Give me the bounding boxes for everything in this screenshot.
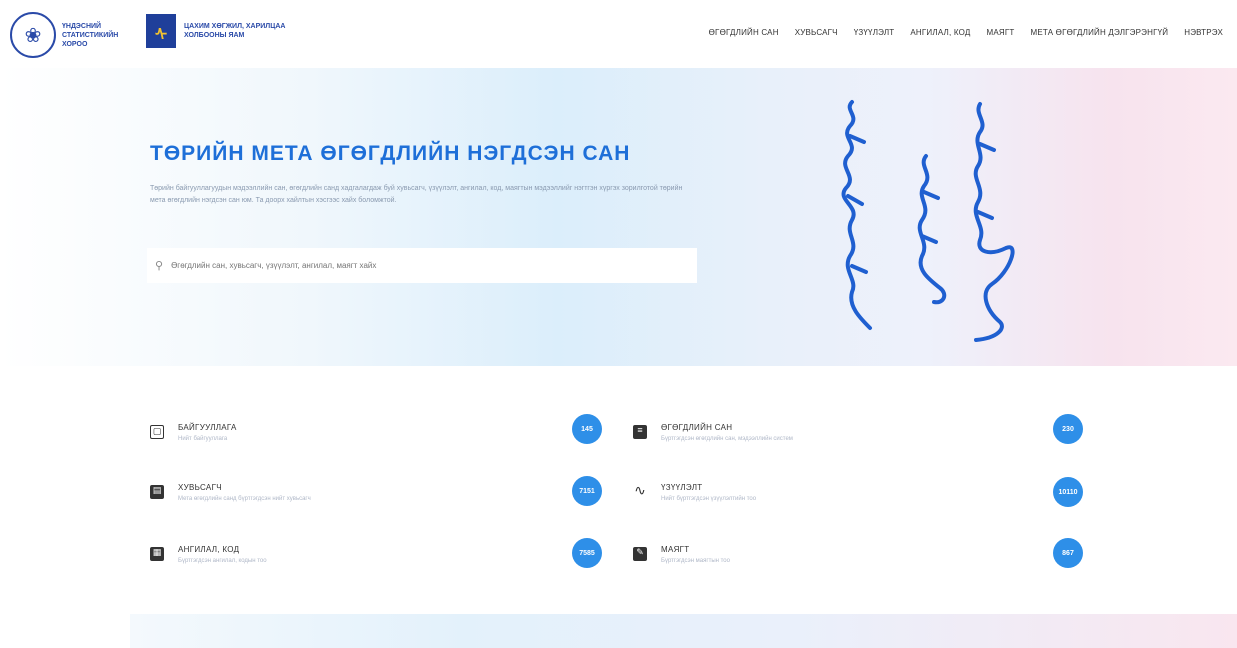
indicator-icon: ∿ <box>634 482 646 498</box>
card-subtitle: Нийт байгууллага <box>178 435 228 442</box>
search-input[interactable] <box>171 261 672 270</box>
stat-card-indicator[interactable]: ∿ ҮЗҮҮЛЭЛТ Нийт бүртгэгдсэн үзүүлэлтийн … <box>633 472 756 512</box>
form-icon: ✎ <box>633 547 647 561</box>
footer-banner <box>130 614 1237 648</box>
card-title: ҮЗҮҮЛЭЛТ <box>661 482 703 492</box>
count-badge: 7585 <box>572 538 602 568</box>
nav-database[interactable]: ӨГӨГДЛИЙН САН <box>709 28 779 37</box>
count-badge: 10110 <box>1053 477 1083 507</box>
emblem-icon: ❀ <box>10 12 56 58</box>
card-title: АНГИЛАЛ, КОД <box>178 544 240 554</box>
stat-card-organization[interactable]: ▢ БАЙГУУЛЛАГА Нийт байгууллага <box>150 412 237 452</box>
count-badge: 867 <box>1053 538 1083 568</box>
count-badge: 145 <box>572 414 602 444</box>
card-title: ХУВЬСАГЧ <box>178 482 222 492</box>
calligraphy-graphic <box>841 100 1015 342</box>
stat-card-form[interactable]: ✎ МАЯГТ Бүртгэгдсэн маягтын тоо <box>633 534 730 574</box>
nav-login[interactable]: НЭВТРЭХ <box>1184 28 1223 37</box>
database-icon: ≡ <box>633 425 647 439</box>
nav-form[interactable]: МАЯГТ <box>986 28 1014 37</box>
ministry-logo[interactable]: ᠰ ЦАХИМ ХӨГЖИЛ, ХАРИЛЦАА ХОЛБООНЫ ЯАМ <box>146 14 319 48</box>
nso-logo[interactable]: ❀ ҮНДЭСНИЙ СТАТИСТИКИЙН ХОРОО <box>10 12 142 58</box>
nso-logo-text: ҮНДЭСНИЙ СТАТИСТИКИЙН ХОРОО <box>62 22 119 48</box>
mongolian-script-art <box>830 96 1030 351</box>
hero-description: Төрийн байгууллагуудын мэдээллийн сан, ө… <box>150 185 683 204</box>
building-icon: ▢ <box>150 425 164 439</box>
card-subtitle: Мета өгөгдлийн санд бүртгэгдсэн нийт хув… <box>178 495 311 502</box>
hero-banner <box>0 68 1237 366</box>
card-title: БАЙГУУЛЛАГА <box>178 422 237 432</box>
card-title: МАЯГТ <box>661 544 690 554</box>
main-nav: ӨГӨГДЛИЙН САН ХУВЬСАГЧ ҮЗҮҮЛЭЛТ АНГИЛАЛ,… <box>709 28 1223 37</box>
variable-icon: ▤ <box>150 485 164 499</box>
card-subtitle: Бүртгэгдсэн өгөгдлийн сан, мэдээллийн си… <box>661 435 793 442</box>
card-subtitle: Бүртгэгдсэн маягтын тоо <box>661 557 730 564</box>
soyombo-icon: ᠰ <box>146 14 176 48</box>
nav-indicator[interactable]: ҮЗҮҮЛЭЛТ <box>854 28 895 37</box>
card-subtitle: Бүртгэгдсэн ангилал, кодын тоо <box>178 557 267 564</box>
nav-classification[interactable]: АНГИЛАЛ, КОД <box>910 28 970 37</box>
stat-card-classification[interactable]: ▦ АНГИЛАЛ, КОД Бүртгэгдсэн ангилал, коды… <box>150 534 267 574</box>
nav-variable[interactable]: ХУВЬСАГЧ <box>795 28 838 37</box>
stat-card-variable[interactable]: ▤ ХУВЬСАГЧ Мета өгөгдлийн санд бүртгэгдс… <box>150 472 311 512</box>
search-icon: ⚲ <box>155 260 164 272</box>
classification-icon: ▦ <box>150 547 164 561</box>
stat-card-database[interactable]: ≡ ӨГӨГДЛИЙН САН Бүртгэгдсэн өгөгдлийн са… <box>633 412 793 452</box>
count-badge: 230 <box>1053 414 1083 444</box>
ministry-logo-text: ЦАХИМ ХӨГЖИЛ, ХАРИЛЦАА ХОЛБООНЫ ЯАМ <box>184 23 286 39</box>
site-header: ❀ ҮНДЭСНИЙ СТАТИСТИКИЙН ХОРОО ᠰ ЦАХИМ ХӨ… <box>0 0 1237 68</box>
search-bar[interactable]: ⚲ <box>147 248 697 283</box>
card-title: ӨГӨГДЛИЙН САН <box>661 422 733 432</box>
page-title: ТӨРИЙН МЕТА ӨГӨГДЛИЙН НЭГДСЭН САН <box>150 142 631 165</box>
nav-metadata-details[interactable]: МЕТА ӨГӨГДЛИЙН ДЭЛГЭРЭНГҮЙ <box>1030 28 1168 37</box>
card-subtitle: Нийт бүртгэгдсэн үзүүлэлтийн тоо <box>661 495 757 502</box>
count-badge: 7151 <box>572 476 602 506</box>
